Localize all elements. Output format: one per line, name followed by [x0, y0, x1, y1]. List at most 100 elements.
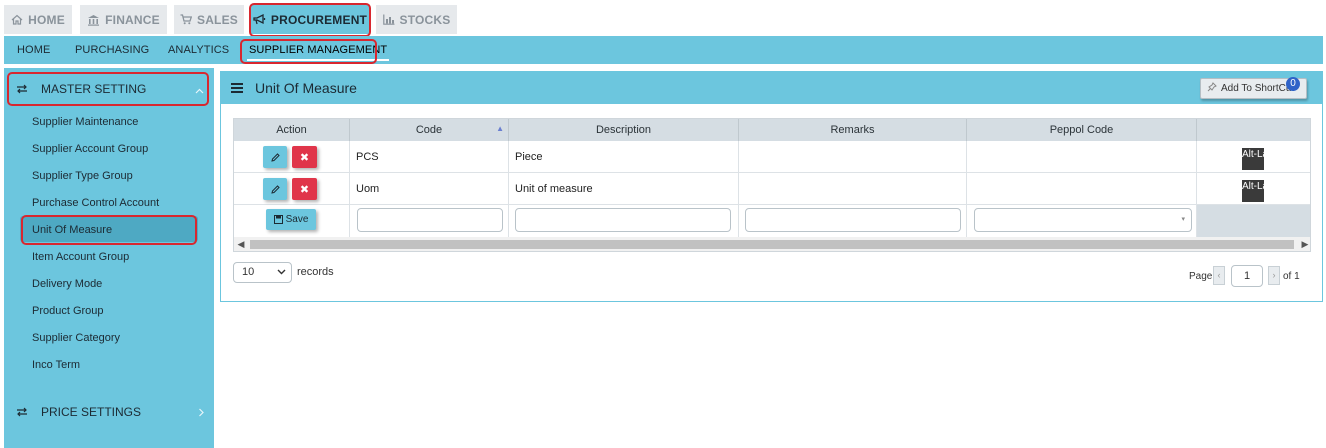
- sidebar-item-delivery-mode[interactable]: Delivery Mode: [32, 278, 102, 290]
- edit-button[interactable]: [263, 146, 287, 168]
- tab-finance-label: FINANCE: [105, 12, 160, 27]
- floppy-icon: [273, 215, 283, 224]
- code-input[interactable]: [357, 208, 503, 232]
- page-number-input[interactable]: 1: [1231, 265, 1263, 287]
- page-label: Page: [1189, 271, 1213, 282]
- sidebar-item-purchase-control-account[interactable]: Purchase Control Account: [32, 197, 159, 209]
- chevron-up-icon: [195, 83, 204, 97]
- prev-page-button[interactable]: ‹: [1213, 266, 1225, 285]
- cart-icon: [180, 14, 192, 25]
- sub-nav-bar: HOME PURCHASING ANALYTICS SUPPLIER MANAG…: [4, 36, 1323, 64]
- horizontal-scrollbar[interactable]: ◀ ▶: [234, 237, 1310, 251]
- data-grid: Action Code ▲ Description Remarks Peppol…: [233, 118, 1311, 252]
- tab-home[interactable]: HOME: [4, 5, 72, 34]
- code-value: Uom: [356, 183, 380, 195]
- tab-procurement-label: PROCUREMENT: [270, 12, 368, 27]
- save-label: Save: [285, 214, 309, 225]
- edit-icon: [270, 152, 280, 162]
- tab-home-label: HOME: [28, 12, 65, 27]
- alt-lang-button[interactable]: Alt-Lang: [1242, 148, 1279, 170]
- chevron-right-icon: [198, 406, 204, 420]
- active-underline: [247, 59, 390, 61]
- description-cell[interactable]: Piece: [509, 141, 739, 173]
- sidebar-item-supplier-maintenance[interactable]: Supplier Maintenance: [32, 116, 138, 128]
- sidebar: MASTER SETTING Supplier Maintenance Supp…: [4, 68, 214, 448]
- tab-sales[interactable]: SALES: [174, 5, 244, 34]
- scroll-right-icon[interactable]: ▶: [1298, 237, 1310, 251]
- col-header-remarks[interactable]: Remarks: [739, 119, 967, 141]
- panel-header: Unit Of Measure Add To ShortCut 0: [221, 72, 1322, 104]
- alt-lang-cell: Alt-Lang: [1197, 173, 1310, 205]
- edit-button[interactable]: [263, 178, 287, 200]
- megaphone-icon: [253, 14, 266, 25]
- next-page-button[interactable]: ›: [1268, 266, 1280, 285]
- code-cell[interactable]: PCS: [350, 141, 509, 173]
- sort-asc-icon: ▲: [496, 124, 504, 133]
- records-per-page-select[interactable]: 10: [233, 262, 292, 283]
- delete-button[interactable]: ✖: [292, 146, 317, 168]
- peppol-cell[interactable]: [967, 173, 1197, 205]
- new-peppol-cell: ▾: [967, 205, 1197, 237]
- swap-arrows-icon: [16, 406, 28, 420]
- description-value: Piece: [515, 151, 543, 163]
- add-to-shortcut-button[interactable]: Add To ShortCut 0: [1200, 77, 1307, 99]
- new-description-cell: [509, 205, 739, 237]
- peppol-cell[interactable]: [967, 141, 1197, 173]
- subnav-home[interactable]: HOME: [17, 36, 50, 64]
- peppol-code-select[interactable]: ▾: [974, 208, 1192, 232]
- grid-header: Action Code ▲ Description Remarks Peppol…: [234, 119, 1310, 141]
- remarks-input[interactable]: [745, 208, 961, 232]
- sidebar-item-unit-of-measure[interactable]: Unit Of Measure: [32, 224, 112, 236]
- col-header-code[interactable]: Code ▲: [350, 119, 509, 141]
- sidebar-price-settings[interactable]: PRICE SETTINGS: [4, 395, 214, 429]
- save-button[interactable]: Save: [266, 209, 316, 230]
- dropdown-caret-icon: ▾: [1181, 216, 1185, 223]
- table-row: ✖ PCS Piece Alt-Lang: [234, 141, 1310, 173]
- sidebar-item-supplier-type-group[interactable]: Supplier Type Group: [32, 170, 133, 182]
- sidebar-item-item-account-group[interactable]: Item Account Group: [32, 251, 129, 263]
- sidebar-item-supplier-category[interactable]: Supplier Category: [32, 332, 120, 344]
- description-input[interactable]: [515, 208, 731, 232]
- new-remarks-cell: [739, 205, 967, 237]
- swap-arrows-icon: [16, 83, 28, 97]
- col-header-description[interactable]: Description: [509, 119, 739, 141]
- page-total-label: of 1: [1283, 271, 1300, 282]
- sidebar-item-product-group[interactable]: Product Group: [32, 305, 104, 317]
- subnav-supplier-management[interactable]: SUPPLIER MANAGEMENT: [247, 36, 390, 64]
- pin-icon: [1207, 82, 1217, 95]
- scroll-left-icon[interactable]: ◀: [234, 237, 248, 251]
- save-cell: Save: [234, 205, 350, 237]
- code-cell[interactable]: Uom: [350, 173, 509, 205]
- edit-icon: [270, 184, 280, 194]
- sidebar-item-inco-term[interactable]: Inco Term: [32, 359, 80, 371]
- alt-lang-button[interactable]: Alt-Lang: [1242, 180, 1279, 202]
- alt-lang-label: Alt-Lang: [1242, 149, 1280, 160]
- col-header-peppol-code[interactable]: Peppol Code: [967, 119, 1197, 141]
- shortcut-count-badge: 0: [1286, 77, 1300, 91]
- scrollbar-thumb[interactable]: [250, 240, 1294, 249]
- description-cell[interactable]: Unit of measure: [509, 173, 739, 205]
- tab-stocks[interactable]: STOCKS: [376, 5, 457, 34]
- delete-button[interactable]: ✖: [292, 178, 317, 200]
- shortcut-label: Add To ShortCut: [1221, 83, 1295, 94]
- main-panel: Unit Of Measure Add To ShortCut 0 Action…: [220, 71, 1323, 302]
- alt-lang-cell: Alt-Lang: [1197, 141, 1310, 173]
- col-header-code-label: Code: [415, 124, 443, 136]
- alt-lang-label: Alt-Lang: [1242, 181, 1280, 192]
- new-alt-lang-cell: [1197, 205, 1310, 237]
- tab-finance[interactable]: FINANCE: [80, 5, 167, 34]
- bar-chart-icon: [382, 14, 395, 25]
- remarks-cell[interactable]: [739, 141, 967, 173]
- close-icon: ✖: [299, 183, 310, 196]
- col-header-alt-lang: [1197, 119, 1310, 141]
- subnav-analytics[interactable]: ANALYTICS: [168, 36, 229, 64]
- sidebar-master-setting[interactable]: MASTER SETTING: [4, 72, 214, 106]
- sidebar-item-supplier-account-group[interactable]: Supplier Account Group: [32, 143, 148, 155]
- tab-procurement[interactable]: PROCUREMENT: [251, 5, 369, 34]
- hamburger-menu-icon[interactable]: [231, 83, 243, 93]
- subnav-purchasing[interactable]: PURCHASING: [75, 36, 149, 64]
- price-settings-label: PRICE SETTINGS: [41, 405, 142, 419]
- remarks-cell[interactable]: [739, 173, 967, 205]
- subnav-supplier-management-label: SUPPLIER MANAGEMENT: [249, 44, 388, 56]
- close-icon: ✖: [299, 151, 310, 164]
